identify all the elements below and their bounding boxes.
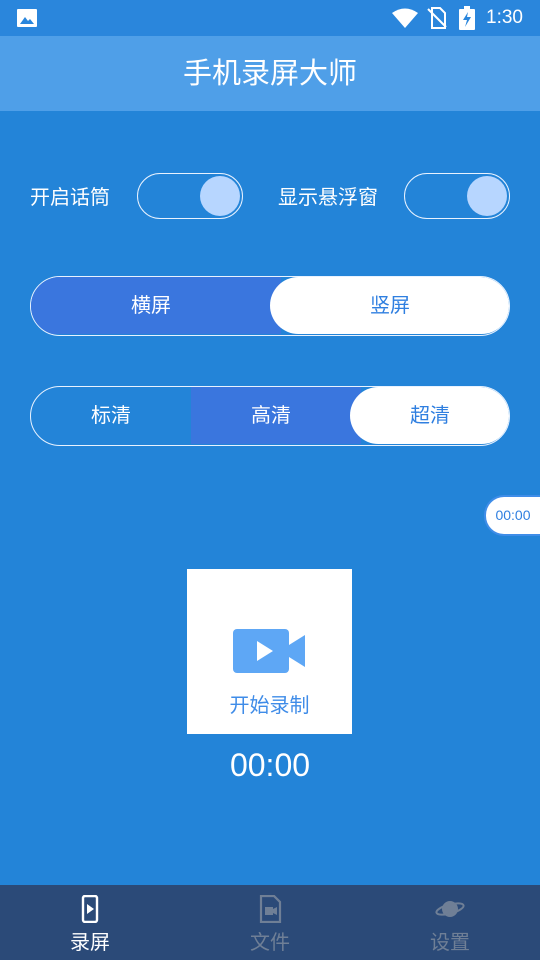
floating-window-label: 显示悬浮窗 — [278, 185, 378, 209]
microphone-switch[interactable] — [137, 173, 243, 219]
start-record-label: 开始录制 — [229, 693, 310, 717]
option-portrait[interactable]: 竖屏 — [270, 277, 509, 334]
option-landscape[interactable]: 横屏 — [31, 277, 271, 334]
phone-record-icon — [81, 895, 99, 923]
floating-window-switch[interactable] — [404, 173, 510, 219]
nav-settings-label: 设置 — [430, 930, 470, 954]
app-bar: 手机录屏大师 — [0, 36, 540, 111]
wifi-icon — [392, 8, 418, 28]
status-bar: 1:30 — [0, 0, 540, 36]
nav-files-label: 文件 — [250, 930, 290, 954]
planet-icon — [435, 901, 465, 917]
option-uhd[interactable]: 超清 — [350, 387, 509, 444]
option-hd[interactable]: 高清 — [191, 387, 351, 444]
video-camera-icon — [233, 629, 305, 673]
clock: 1:30 — [486, 7, 523, 28]
nav-files[interactable]: 文件 — [180, 885, 360, 960]
no-sim-icon — [427, 7, 447, 29]
image-icon — [17, 9, 37, 27]
switch-knob — [200, 176, 240, 216]
bottom-nav: 录屏 文件 设置 — [0, 885, 540, 960]
start-record-button[interactable]: 开始录制 — [187, 569, 352, 734]
nav-record-label: 录屏 — [70, 930, 110, 954]
switch-knob — [467, 176, 507, 216]
nav-settings[interactable]: 设置 — [360, 885, 540, 960]
record-timer: 00:00 — [229, 747, 311, 783]
option-sd[interactable]: 标清 — [31, 387, 191, 444]
orientation-selector: 横屏 竖屏 — [30, 276, 510, 336]
nav-record[interactable]: 录屏 — [0, 885, 180, 960]
floating-timer[interactable]: 00:00 — [484, 495, 540, 536]
microphone-label: 开启话筒 — [30, 185, 110, 209]
page-title: 手机录屏大师 — [182, 56, 357, 90]
quality-selector: 标清 高清 超清 — [30, 386, 510, 446]
battery-charging-icon — [459, 6, 475, 30]
video-file-icon — [259, 895, 282, 923]
